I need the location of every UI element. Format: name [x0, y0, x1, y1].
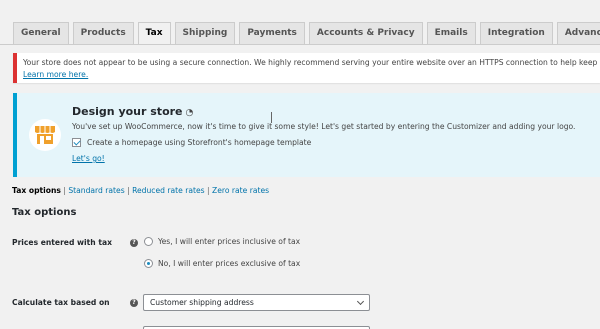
- tab-integration[interactable]: Integration: [479, 22, 553, 44]
- calc-based-on-select[interactable]: Customer shipping address: [143, 294, 370, 311]
- tab-payments[interactable]: Payments: [239, 22, 305, 44]
- subnav-standard-rates[interactable]: Standard rates: [68, 186, 124, 195]
- tab-products[interactable]: Products: [72, 22, 134, 44]
- tab-accounts-privacy[interactable]: Accounts & Privacy: [308, 22, 423, 44]
- tab-advanced[interactable]: Advanced: [556, 22, 600, 44]
- homepage-template-option[interactable]: Create a homepage using Storefront's hom…: [72, 138, 311, 147]
- learn-more-link[interactable]: Learn more here.: [23, 70, 88, 79]
- prices-inclusive-radio[interactable]: [144, 237, 153, 246]
- subnav-tax-options: Tax options: [12, 186, 61, 195]
- homepage-template-label: Create a homepage using Storefront's hom…: [87, 138, 312, 147]
- notice-text: Your store does not appear to be using a…: [23, 58, 600, 67]
- section-title: Tax options: [12, 207, 77, 218]
- subnav-reduced-rates[interactable]: Reduced rate rates: [132, 186, 205, 195]
- calc-based-on-label: Calculate tax based on: [12, 298, 110, 307]
- chevron-down-icon: [356, 297, 365, 306]
- tax-subnav: Tax options | Standard rates | Reduced r…: [12, 186, 269, 195]
- swirl-icon: ◔: [185, 108, 194, 118]
- subnav-zero-rates[interactable]: Zero rate rates: [212, 186, 269, 195]
- prices-exclusive-radio[interactable]: [144, 259, 153, 268]
- design-store-notice: Design your store ◔ You've set up WooComm…: [13, 93, 600, 177]
- calc-based-on-value: Customer shipping address: [150, 298, 254, 307]
- help-icon[interactable]: ?: [130, 239, 138, 247]
- tab-emails[interactable]: Emails: [426, 22, 476, 44]
- tab-tax[interactable]: Tax: [137, 22, 171, 45]
- secure-connection-notice: Your store does not appear to be using a…: [13, 53, 600, 83]
- design-text: You've set up WooCommerce, now it's time…: [72, 122, 576, 131]
- tab-general[interactable]: General: [13, 22, 69, 44]
- store-icon: [29, 119, 61, 151]
- tab-shipping[interactable]: Shipping: [174, 22, 236, 44]
- design-title-text: Design your store: [72, 105, 183, 118]
- prices-entered-label: Prices entered with tax: [12, 238, 112, 247]
- lets-go-link[interactable]: Let's go!: [72, 154, 105, 163]
- design-title: Design your store ◔: [72, 105, 193, 118]
- prices-exclusive-option[interactable]: No, I will enter prices exclusive of tax: [144, 259, 300, 268]
- prices-exclusive-label: No, I will enter prices exclusive of tax: [158, 259, 301, 268]
- settings-tabs: General Products Tax Shipping Payments A…: [13, 22, 600, 45]
- prices-inclusive-option[interactable]: Yes, I will enter prices inclusive of ta…: [144, 237, 300, 246]
- help-icon[interactable]: ?: [130, 299, 138, 307]
- tab-divider: [0, 44, 600, 45]
- homepage-template-checkbox[interactable]: [72, 138, 81, 147]
- prices-inclusive-label: Yes, I will enter prices inclusive of ta…: [158, 237, 301, 246]
- text-cursor-icon: [271, 112, 272, 123]
